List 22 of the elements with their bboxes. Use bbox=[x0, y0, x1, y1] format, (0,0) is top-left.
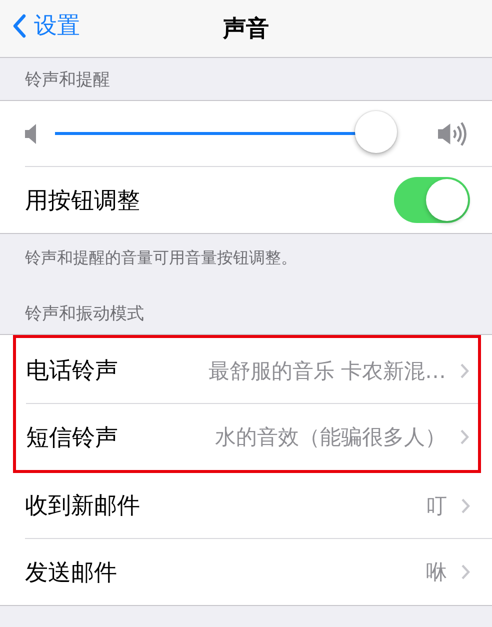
chevron-icon bbox=[461, 498, 470, 514]
settings-row[interactable]: 收到新邮件 叮 bbox=[25, 473, 492, 539]
row-value: 水的音效（能骗很多人） bbox=[215, 424, 446, 451]
section-footer-text: 铃声和提醒的音量可用音量按钮调整。 bbox=[24, 247, 298, 269]
chevron-icon bbox=[460, 362, 469, 378]
row-value: 最舒服的音乐 卡农新混… bbox=[208, 358, 446, 384]
speaker-icon bbox=[25, 124, 37, 144]
section-header: 铃声和振动模式 bbox=[24, 302, 145, 326]
settings-row[interactable]: 发送邮件 咻 bbox=[25, 539, 492, 605]
row-value: 叮 bbox=[426, 492, 447, 520]
chevron-icon bbox=[461, 564, 470, 580]
slider-thumb[interactable] bbox=[354, 111, 397, 153]
section-header: 铃声和提醒 bbox=[24, 68, 111, 92]
row-value: 咻 bbox=[426, 559, 447, 586]
settings-row[interactable]: 电话铃声 最舒服的音乐 卡农新混… bbox=[26, 338, 478, 404]
toggle-switch[interactable] bbox=[394, 177, 470, 223]
back-chevron-icon bbox=[12, 14, 26, 38]
screen-title: 声音 bbox=[223, 15, 269, 44]
back-button[interactable]: 设置 bbox=[12, 10, 80, 41]
settings-row[interactable]: 短信铃声 水的音效（能骗很多人） bbox=[26, 404, 478, 470]
row-label: 用按钮调整 bbox=[25, 186, 140, 216]
chevron-icon bbox=[460, 429, 469, 445]
